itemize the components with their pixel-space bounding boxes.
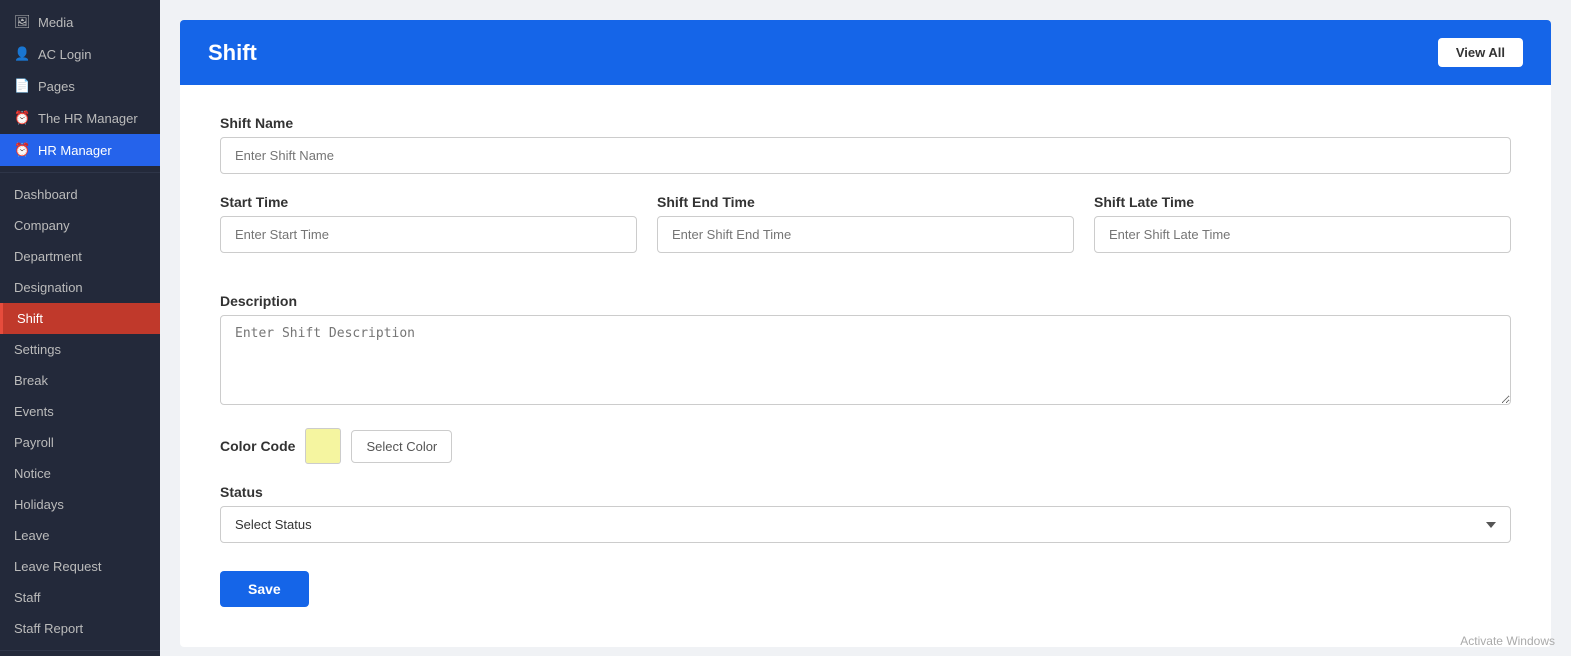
sidebar-item-leave-request[interactable]: Leave Request [0, 551, 160, 582]
form-card: Shift Name Start Time Shift End Time Shi… [180, 85, 1551, 647]
color-code-row: Color Code Select Color [220, 428, 1511, 464]
shift-end-time-label: Shift End Time [657, 194, 1074, 210]
sidebar-item-the-hr-manager[interactable]: ⏰ The HR Manager [0, 102, 160, 134]
sidebar-item-designation[interactable]: Designation [0, 272, 160, 303]
pages-icon: 📄 [14, 78, 30, 94]
sidebar-item-hr-manager[interactable]: ⏰ HR Manager [0, 134, 160, 166]
shift-end-time-input[interactable] [657, 216, 1074, 253]
media-icon: 🖼 [14, 14, 30, 30]
shift-late-time-input[interactable] [1094, 216, 1511, 253]
sidebar-item-company[interactable]: Company [0, 210, 160, 241]
shift-late-time-group: Shift Late Time [1094, 194, 1511, 253]
view-all-button[interactable]: View All [1438, 38, 1523, 67]
sidebar-item-shift[interactable]: Shift [0, 303, 160, 334]
save-button[interactable]: Save [220, 571, 309, 607]
description-textarea[interactable] [220, 315, 1511, 405]
sidebar-item-department[interactable]: Department [0, 241, 160, 272]
clock-icon: ⏰ [14, 110, 30, 126]
shift-end-time-group: Shift End Time [657, 194, 1074, 253]
page-title: Shift [208, 40, 257, 66]
shift-name-input[interactable] [220, 137, 1511, 174]
shift-name-label: Shift Name [220, 115, 1511, 131]
status-group: Status Select Status Active Inactive [220, 484, 1511, 543]
start-time-input[interactable] [220, 216, 637, 253]
sidebar-item-notice[interactable]: Notice [0, 458, 160, 489]
description-group: Description [220, 293, 1511, 408]
color-swatch[interactable] [305, 428, 341, 464]
sidebar-item-settings[interactable]: Settings [0, 334, 160, 365]
shift-late-time-label: Shift Late Time [1094, 194, 1511, 210]
status-label: Status [220, 484, 1511, 500]
description-label: Description [220, 293, 1511, 309]
sidebar-item-pages[interactable]: 📄 Pages [0, 70, 160, 102]
start-time-group: Start Time [220, 194, 637, 253]
shift-name-group: Shift Name [220, 115, 1511, 174]
start-time-label: Start Time [220, 194, 637, 210]
sidebar-item-leave[interactable]: Leave [0, 520, 160, 551]
sidebar-item-ac-login[interactable]: 👤 AC Login [0, 38, 160, 70]
select-color-button[interactable]: Select Color [351, 430, 452, 463]
sidebar-item-dashboard[interactable]: Dashboard [0, 179, 160, 210]
status-select[interactable]: Select Status Active Inactive [220, 506, 1511, 543]
sidebar-item-holidays[interactable]: Holidays [0, 489, 160, 520]
sidebar-item-media[interactable]: 🖼 Media [0, 6, 160, 38]
ac-login-icon: 👤 [14, 46, 30, 62]
hr-manager-icon: ⏰ [14, 142, 30, 158]
time-fields-row: Start Time Shift End Time Shift Late Tim… [220, 194, 1511, 273]
sidebar: 🖼 Media 👤 AC Login 📄 Pages ⏰ The HR Mana… [0, 0, 160, 656]
sidebar-item-payroll[interactable]: Payroll [0, 427, 160, 458]
sidebar-item-events[interactable]: Events [0, 396, 160, 427]
sidebar-item-staff[interactable]: Staff [0, 582, 160, 613]
page-header: Shift View All [180, 20, 1551, 85]
sidebar-item-staff-report[interactable]: Staff Report [0, 613, 160, 644]
color-code-label: Color Code [220, 438, 295, 454]
sidebar-item-break[interactable]: Break [0, 365, 160, 396]
main-content: Shift View All Shift Name Start Time Shi… [160, 0, 1571, 656]
